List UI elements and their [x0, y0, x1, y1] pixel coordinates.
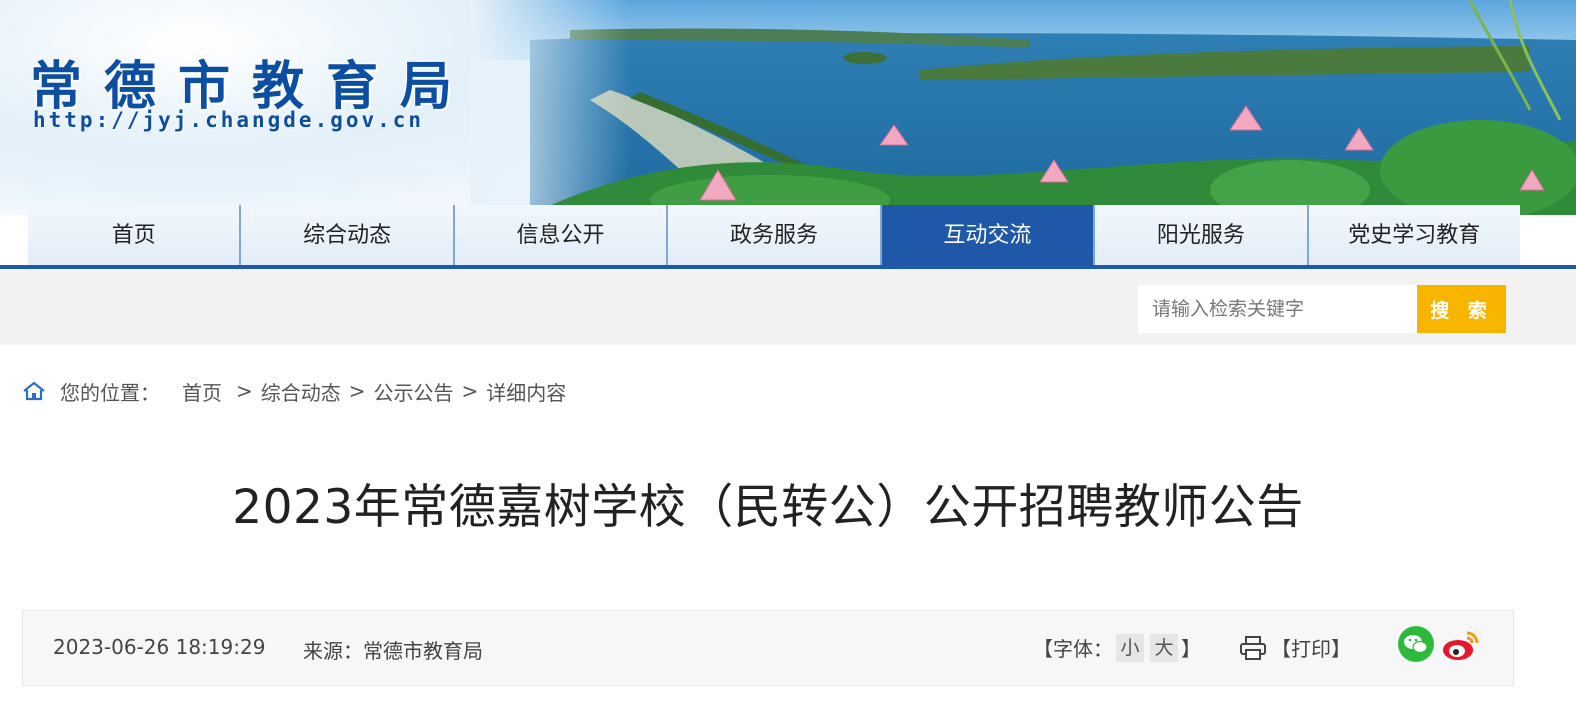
breadcrumb-item-home[interactable]: 首页 — [182, 377, 222, 406]
font-size-label: 【字体： — [1033, 637, 1113, 661]
nav-item-gov-services[interactable]: 政务服务 — [668, 205, 882, 265]
nav-item-news[interactable]: 综合动态 — [241, 205, 455, 265]
font-large-button[interactable]: 大 — [1150, 633, 1178, 662]
search-bar: 搜 索 — [0, 269, 1576, 345]
print-button[interactable]: 【打印】 — [1239, 633, 1351, 662]
print-label: 【打印】 — [1271, 637, 1351, 661]
header-banner: 常德市教育局 http://jyj.changde.gov.cn — [0, 0, 1576, 215]
article-title: 2023年常德嘉树学校（民转公）公开招聘教师公告 — [232, 480, 1304, 535]
breadcrumb-item-news[interactable]: 综合动态 — [261, 377, 341, 406]
article-source: 来源：常德市教育局 — [303, 639, 483, 663]
font-size-label-close: 】 — [1181, 637, 1201, 661]
nav-bar: 首页 综合动态 信息公开 政务服务 互动交流 阳光服务 党史学习教育 — [28, 205, 1520, 265]
banner-lake-scene — [470, 0, 1576, 215]
nav-item-interaction[interactable]: 互动交流 — [881, 205, 1096, 265]
nav-item-home[interactable]: 首页 — [28, 205, 242, 265]
breadcrumb-separator: > — [348, 379, 366, 403]
breadcrumb: 您的位置： 首页 > 综合动态 > 公示公告 > 详细内容 — [22, 376, 566, 406]
nav-item-sunshine-services[interactable]: 阳光服务 — [1095, 205, 1309, 265]
breadcrumb-item-detail[interactable]: 详细内容 — [486, 377, 566, 406]
breadcrumb-item-notices[interactable]: 公示公告 — [374, 377, 454, 406]
weibo-icon[interactable] — [1441, 627, 1481, 663]
wechat-icon[interactable] — [1397, 625, 1435, 663]
printer-icon — [1240, 635, 1266, 660]
article-meta-bar: 2023-06-26 18:19:29 来源：常德市教育局 【字体： 小 大 】… — [22, 610, 1514, 686]
search-input[interactable] — [1138, 285, 1418, 333]
nav-item-party-history[interactable]: 党史学习教育 — [1308, 205, 1520, 265]
publish-date: 2023-06-26 18:19:29 — [53, 635, 266, 659]
site-url: http://jyj.changde.gov.cn — [33, 108, 425, 132]
font-size-control: 【字体： 小 大 】 — [1033, 633, 1201, 662]
main-nav: 首页 综合动态 信息公开 政务服务 互动交流 阳光服务 党史学习教育 — [0, 205, 1576, 269]
search-button[interactable]: 搜 索 — [1417, 285, 1506, 333]
breadcrumb-separator: > — [236, 379, 253, 403]
nav-item-info-disclosure[interactable]: 信息公开 — [454, 205, 669, 265]
home-icon — [23, 381, 45, 401]
font-small-button[interactable]: 小 — [1116, 633, 1144, 662]
breadcrumb-label: 您的位置： — [60, 380, 160, 405]
breadcrumb-separator: > — [461, 379, 479, 403]
